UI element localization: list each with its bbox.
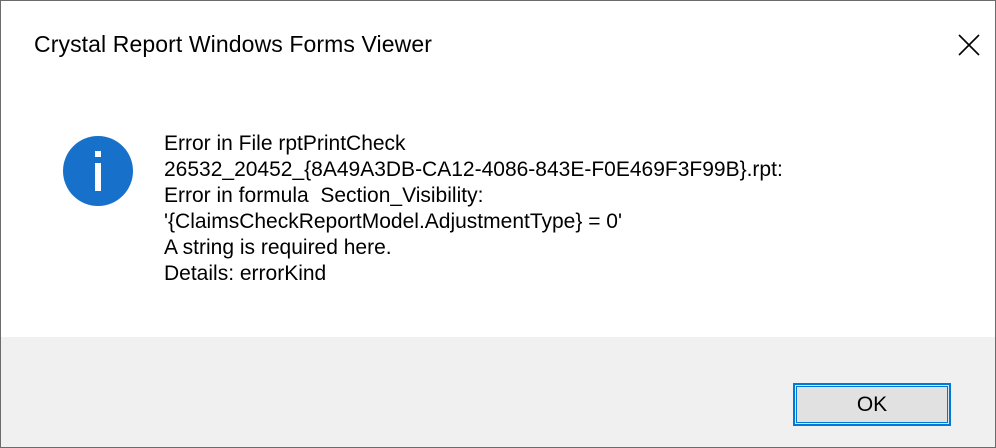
message-line: 26532_20452_{8A49A3DB-CA12-4086-843E-F0E… — [164, 158, 783, 181]
title-bar[interactable]: Crystal Report Windows Forms Viewer — [1, 1, 995, 93]
ok-button-label: OK — [856, 392, 888, 416]
dialog-footer: OK — [1, 337, 995, 447]
message-line: A string is required here. — [164, 236, 392, 259]
dialog-content: Error in File rptPrintCheck 26532_20452_… — [1, 93, 995, 337]
close-button[interactable] — [947, 23, 991, 67]
message-line: '{ClaimsCheckReportModel.AdjustmentType}… — [164, 210, 622, 233]
message-dialog: Crystal Report Windows Forms Viewer Erro… — [0, 0, 996, 448]
ok-button[interactable]: OK — [793, 383, 951, 426]
message-line: Error in File rptPrintCheck — [164, 132, 406, 155]
message-line: Details: errorKind — [164, 262, 327, 285]
info-icon — [63, 136, 133, 206]
close-icon — [958, 34, 980, 56]
window-title: Crystal Report Windows Forms Viewer — [34, 31, 433, 57]
error-message: Error in File rptPrintCheck 26532_20452_… — [164, 131, 974, 287]
message-line: Error in formula Section_Visibility: — [164, 184, 484, 207]
